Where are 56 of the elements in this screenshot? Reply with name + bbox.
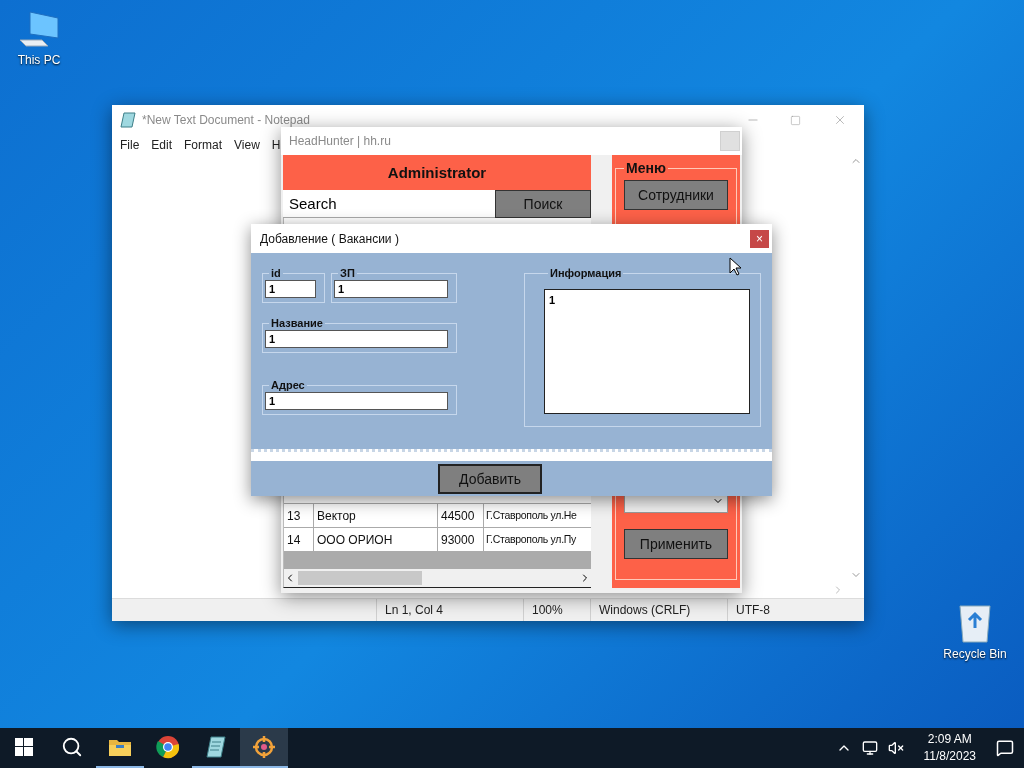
menu-item[interactable]: H: [271, 138, 281, 152]
notepad-icon: [205, 735, 227, 759]
status-text: Windows (CRLF): [590, 599, 727, 621]
table-cell: 13: [284, 504, 314, 527]
close-icon: [833, 113, 847, 127]
menu-item[interactable]: Format: [184, 138, 223, 152]
field-label: Название: [270, 317, 324, 329]
windows-logo-icon: [15, 738, 33, 756]
maximize-icon: [789, 114, 801, 126]
recycle-bin-icon: [957, 602, 993, 644]
crosshair-icon: [252, 735, 276, 759]
add-button[interactable]: Добавить: [438, 463, 542, 494]
menu-button[interactable]: Сотрудники: [624, 180, 728, 210]
close-button[interactable]: ×: [750, 229, 769, 248]
desktop-icon-label[interactable]: This PC: [17, 53, 61, 67]
folder-icon: [108, 737, 132, 757]
table-cell: Вектор: [314, 504, 438, 527]
status-text: Ln 1, Col 4: [376, 599, 523, 621]
clock-date: 11/8/2023: [923, 748, 976, 765]
search-field[interactable]: Search: [283, 190, 495, 218]
input-field[interactable]: 1: [265, 392, 448, 410]
table-cell: 44500: [438, 504, 484, 527]
window-title: HeadHunter | hh.ru: [289, 134, 392, 148]
input-field[interactable]: 1: [265, 330, 448, 348]
notification-icon[interactable]: [996, 739, 1014, 757]
clock-time: 2:09 AM: [927, 731, 972, 748]
input-field[interactable]: 1: [265, 280, 316, 298]
field-label: Адрес: [270, 379, 306, 391]
scrollbar-thumb[interactable]: [298, 571, 422, 585]
menu-item[interactable]: View: [234, 138, 260, 152]
table-cell-text: Г.Ставрополь ул.Не: [485, 508, 578, 523]
window-title: *New Text Document - Notepad: [142, 113, 311, 127]
menu-item[interactable]: File: [120, 138, 140, 152]
status-text: 100%: [523, 599, 590, 621]
text-area[interactable]: 1: [544, 289, 750, 414]
group-title: Меню: [625, 160, 667, 176]
input-field[interactable]: 1: [334, 280, 448, 298]
dialog-title: Добавление ( Вакансии ): [260, 231, 400, 246]
field-label: ЗП: [339, 267, 356, 279]
status-text: UTF-8: [727, 599, 864, 621]
notepad-icon: [120, 112, 136, 128]
field-label: id: [270, 267, 282, 279]
header-title: Administrator: [283, 155, 591, 190]
menu-item[interactable]: Edit: [151, 138, 173, 152]
taskbar-app[interactable]: [240, 728, 288, 768]
search-icon: [61, 736, 83, 758]
search-button[interactable]: Поиск: [495, 190, 591, 218]
volume-muted-icon[interactable]: [887, 740, 904, 756]
desktop-icon-label[interactable]: Recycle Bin: [943, 647, 1007, 661]
field-label: Информация: [549, 267, 623, 279]
clock[interactable]: 2:09 AM 11/8/2023: [913, 731, 986, 765]
browser-icon: [156, 735, 180, 759]
table-cell-text: Г.Ставрополь ул.Пу: [485, 532, 577, 547]
cursor-icon: [729, 257, 742, 276]
computer-icon: [18, 10, 60, 50]
apply-button[interactable]: Применить: [624, 529, 728, 559]
